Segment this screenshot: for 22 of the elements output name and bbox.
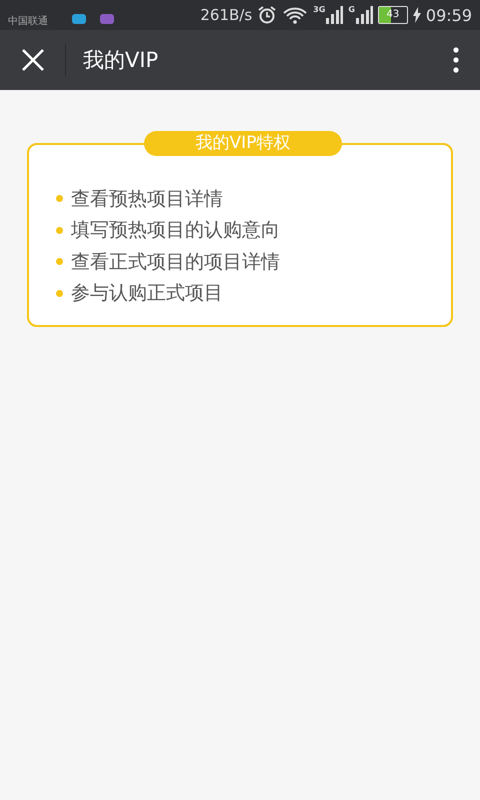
privilege-item: 查看预热项目详情 [71,186,223,212]
card-heading: 我的VIP特权 [144,131,342,156]
bullet-icon [56,258,63,266]
privilege-item: 查看正式项目的项目详情 [71,250,280,275]
alarm-icon [257,5,278,25]
app-icon [72,14,86,24]
carrier-name: 中国联通 [8,16,48,28]
network-speed: 261B/s [200,6,252,24]
bullet-icon [56,195,63,202]
bullet-icon [56,226,63,234]
page-title: 我的VIP [83,47,160,74]
bullet-icon [56,290,63,297]
privilege-item: 参与认购正式项目 [71,281,223,306]
app-icon [100,14,114,24]
privilege-item: 填写预热项目的认购意向 [71,218,280,244]
signal-icon [325,6,344,24]
network-type-label: G [348,6,355,14]
network-type-label: 3G [313,6,326,14]
close-button[interactable] [20,47,46,73]
wifi-icon [282,5,308,25]
clock-time: 09:59 [426,6,472,24]
signal-icon [354,6,373,24]
